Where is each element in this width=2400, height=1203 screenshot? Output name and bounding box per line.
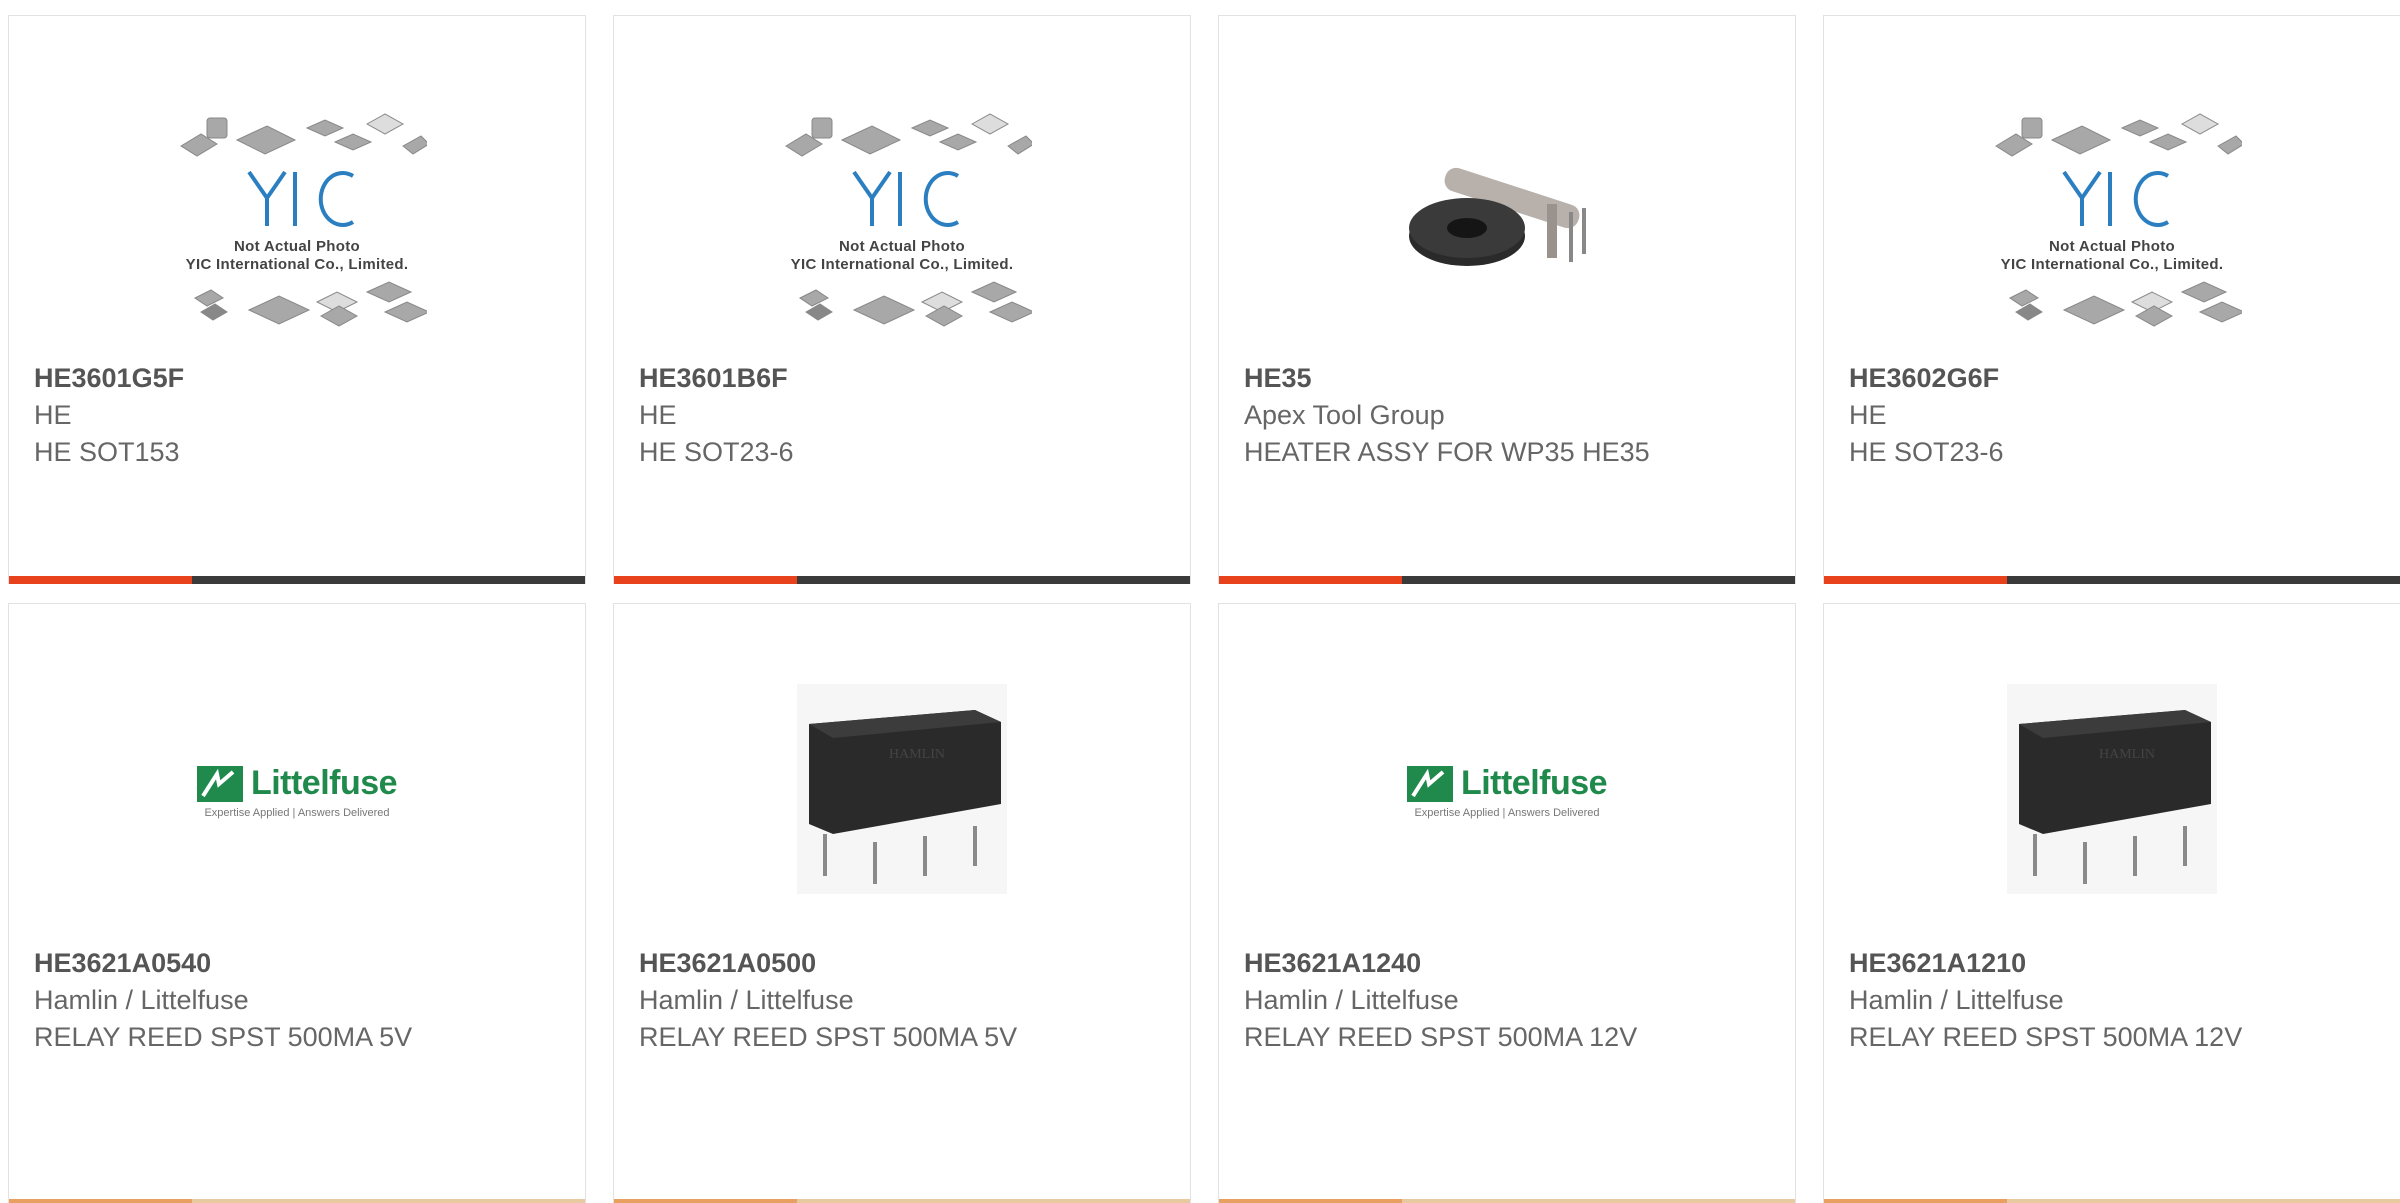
card-bottom-bar	[9, 576, 585, 584]
manufacturer: Hamlin / Littelfuse	[1244, 985, 1459, 1015]
card-bottom-bar	[614, 576, 1190, 584]
heater-image	[1397, 144, 1617, 309]
relay-image: HAMLIN	[2007, 684, 2217, 899]
product-card[interactable]: Not Actual Photo YIC International Co., L…	[1823, 15, 2400, 584]
manufacturer: Hamlin / Littelfuse	[34, 985, 249, 1015]
description: RELAY REED SPST 500MA 5V	[34, 1022, 413, 1052]
placeholder-line-2: YIC International Co., Limited.	[2000, 256, 2224, 273]
product-image[interactable]: HAMLIN	[614, 674, 1190, 909]
manufacturer: Apex Tool Group	[1244, 400, 1445, 430]
placeholder-line-1: Not Actual Photo	[234, 238, 360, 255]
relay-marking: HAMLIN	[889, 747, 945, 762]
placeholder-image: Not Actual Photo YIC International Co., L…	[772, 106, 1036, 346]
part-number[interactable]: HE3602G6F	[1849, 359, 2380, 397]
placeholder-line-2: YIC International Co., Limited.	[185, 256, 409, 273]
manufacturer: HE	[34, 400, 72, 430]
yic-logo	[852, 170, 960, 227]
littelfuse-logo: Littelfuse Expertise Applied | Answers D…	[196, 764, 398, 819]
product-card[interactable]: HAMLIN HE3621A0500 Hamlin / Littelfuse R…	[613, 603, 1191, 1203]
description: HE SOT153	[34, 437, 180, 467]
product-card[interactable]: Not Actual Photo YIC International Co., L…	[8, 15, 586, 584]
product-image[interactable]: Not Actual Photo YIC International Co., L…	[614, 86, 1190, 366]
part-number[interactable]: HE3621A0500	[639, 944, 1170, 982]
part-number[interactable]: HE3601G5F	[34, 359, 565, 397]
manufacturer: HE	[1849, 400, 1887, 430]
card-bottom-bar	[614, 1199, 1190, 1203]
logo-name: Littelfuse	[250, 764, 398, 802]
placeholder-line-2: YIC International Co., Limited.	[790, 256, 1014, 273]
card-bottom-bar	[1824, 576, 2400, 584]
description: HE SOT23-6	[639, 437, 794, 467]
part-number[interactable]: HE3621A1240	[1244, 944, 1775, 982]
part-number[interactable]: HE3621A1210	[1849, 944, 2380, 982]
littelfuse-logo: Littelfuse Expertise Applied | Answers D…	[1406, 764, 1608, 819]
logo-name: Littelfuse	[1460, 764, 1608, 802]
product-image[interactable]: HAMLIN	[1824, 674, 2400, 909]
logo-tagline: Expertise Applied | Answers Delivered	[1414, 807, 1600, 819]
description: HEATER ASSY FOR WP35 HE35	[1244, 437, 1650, 467]
card-bottom-bar	[1219, 1199, 1795, 1203]
littelfuse-mark-icon	[1406, 765, 1453, 802]
product-image[interactable]: Littelfuse Expertise Applied | Answers D…	[1219, 674, 1795, 909]
placeholder-image: Not Actual Photo YIC International Co., L…	[167, 106, 431, 346]
placeholder-line-1: Not Actual Photo	[839, 238, 965, 255]
part-number[interactable]: HE3621A0540	[34, 944, 565, 982]
littelfuse-mark-icon	[196, 765, 243, 802]
product-grid: Not Actual Photo YIC International Co., L…	[8, 15, 2400, 584]
card-bottom-bar	[9, 1199, 585, 1203]
description: RELAY REED SPST 500MA 12V	[1244, 1022, 1638, 1052]
yic-logo	[2062, 170, 2170, 227]
product-grid-row-2: Littelfuse Expertise Applied | Answers D…	[8, 603, 2400, 1203]
description: HE SOT23-6	[1849, 437, 2004, 467]
product-image[interactable]: Littelfuse Expertise Applied | Answers D…	[9, 674, 585, 909]
product-image[interactable]	[1219, 86, 1795, 366]
logo-tagline: Expertise Applied | Answers Delivered	[204, 807, 390, 819]
product-card[interactable]: Not Actual Photo YIC International Co., L…	[613, 15, 1191, 584]
card-bottom-bar	[1824, 1199, 2400, 1203]
part-number[interactable]: HE35	[1244, 359, 1775, 397]
description: RELAY REED SPST 500MA 12V	[1849, 1022, 2243, 1052]
product-card[interactable]: Littelfuse Expertise Applied | Answers D…	[1218, 603, 1796, 1203]
manufacturer: Hamlin / Littelfuse	[1849, 985, 2064, 1015]
manufacturer: Hamlin / Littelfuse	[639, 985, 854, 1015]
description: RELAY REED SPST 500MA 5V	[639, 1022, 1018, 1052]
product-image[interactable]: Not Actual Photo YIC International Co., L…	[9, 86, 585, 366]
relay-marking: HAMLIN	[2099, 747, 2155, 762]
product-card[interactable]: HE35 Apex Tool Group HEATER ASSY FOR WP3…	[1218, 15, 1796, 584]
relay-image: HAMLIN	[797, 684, 1007, 899]
product-image[interactable]: Not Actual Photo YIC International Co., L…	[1824, 86, 2400, 366]
card-bottom-bar	[1219, 576, 1795, 584]
placeholder-line-1: Not Actual Photo	[2049, 238, 2175, 255]
manufacturer: HE	[639, 400, 677, 430]
part-number[interactable]: HE3601B6F	[639, 359, 1170, 397]
yic-logo	[247, 170, 355, 227]
product-card[interactable]: Littelfuse Expertise Applied | Answers D…	[8, 603, 586, 1203]
placeholder-image: Not Actual Photo YIC International Co., L…	[1982, 106, 2246, 346]
product-card[interactable]: HAMLIN HE3621A1210 Hamlin / Littelfuse R…	[1823, 603, 2400, 1203]
